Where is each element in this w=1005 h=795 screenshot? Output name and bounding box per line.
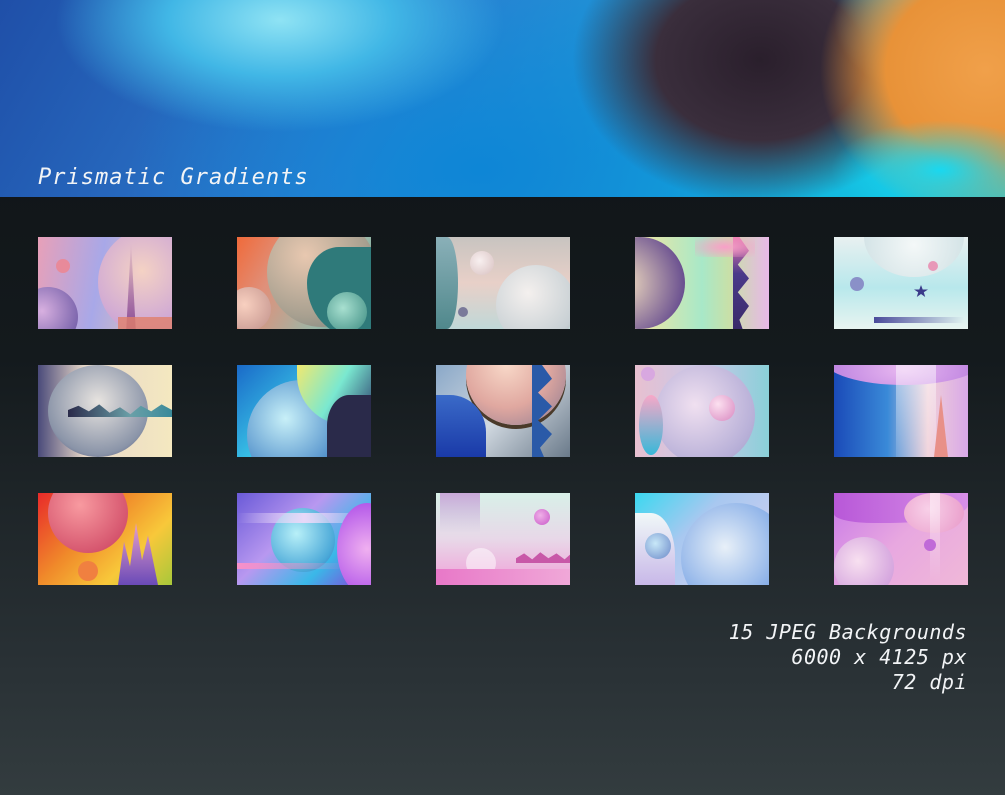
info-dpi: 72 dpi (891, 670, 967, 694)
thumbnail-9[interactable] (635, 365, 769, 457)
thumb-sphere (864, 237, 964, 277)
hero-banner: Prismatic Gradients (0, 0, 1005, 197)
thumb-sphere (470, 251, 494, 275)
thumb-sphere (709, 395, 735, 421)
thumb-sphere (78, 561, 98, 581)
thumbnail-8[interactable] (436, 365, 570, 457)
thumbnail-3[interactable] (436, 237, 570, 329)
thumb-star (914, 285, 928, 297)
thumb-wave (516, 552, 570, 563)
thumb-sphere (48, 493, 128, 553)
thumbnail-14[interactable] (635, 493, 769, 585)
thumb-sphere (639, 395, 663, 455)
thumbnail-11[interactable] (38, 493, 172, 585)
thumb-sphere (645, 533, 671, 559)
hero-accent (830, 120, 1005, 197)
thumb-streak (874, 317, 964, 323)
thumb-shadow (327, 395, 371, 457)
info-resolution: 6000 x 4125 px (791, 645, 967, 669)
thumb-sphere (534, 509, 550, 525)
thumb-spike (934, 395, 948, 457)
page-title: Prismatic Gradients (38, 165, 309, 190)
thumbnail-2[interactable] (237, 237, 371, 329)
thumb-ground (436, 569, 570, 585)
thumb-ground (118, 317, 172, 329)
thumb-sphere (56, 259, 70, 273)
thumb-sphere (681, 503, 769, 585)
thumb-sphere (850, 277, 864, 291)
thumbnail-15[interactable] (834, 493, 968, 585)
thumbnail-10[interactable] (834, 365, 968, 457)
thumb-sphere (327, 292, 367, 329)
thumb-sphere (98, 237, 172, 329)
thumb-wave (436, 237, 458, 329)
thumbnail-12[interactable] (237, 493, 371, 585)
thumbnail-1[interactable] (38, 237, 172, 329)
thumb-sphere (458, 307, 468, 317)
thumb-sphere (834, 537, 894, 585)
thumb-sphere (641, 367, 655, 381)
thumb-sphere (635, 237, 685, 329)
thumbnail-7[interactable] (237, 365, 371, 457)
thumbnail-5[interactable] (834, 237, 968, 329)
thumb-column (896, 365, 936, 457)
thumb-spike (118, 523, 158, 585)
thumb-streak (237, 563, 347, 569)
thumb-drip (440, 493, 480, 533)
thumbnail-4[interactable] (635, 237, 769, 329)
thumb-sphere (924, 539, 936, 551)
thumb-sphere (928, 261, 938, 271)
thumb-sphere (655, 365, 755, 457)
info-count: 15 JPEG Backgrounds (728, 620, 967, 644)
thumb-sphere (237, 287, 271, 329)
info-block: 15 JPEG Backgrounds 6000 x 4125 px 72 dp… (729, 620, 967, 695)
thumbnail-13[interactable] (436, 493, 570, 585)
thumb-sphere (38, 287, 78, 329)
thumbnail-6[interactable] (38, 365, 172, 457)
thumb-glow (695, 237, 755, 257)
thumb-sphere (496, 265, 570, 329)
